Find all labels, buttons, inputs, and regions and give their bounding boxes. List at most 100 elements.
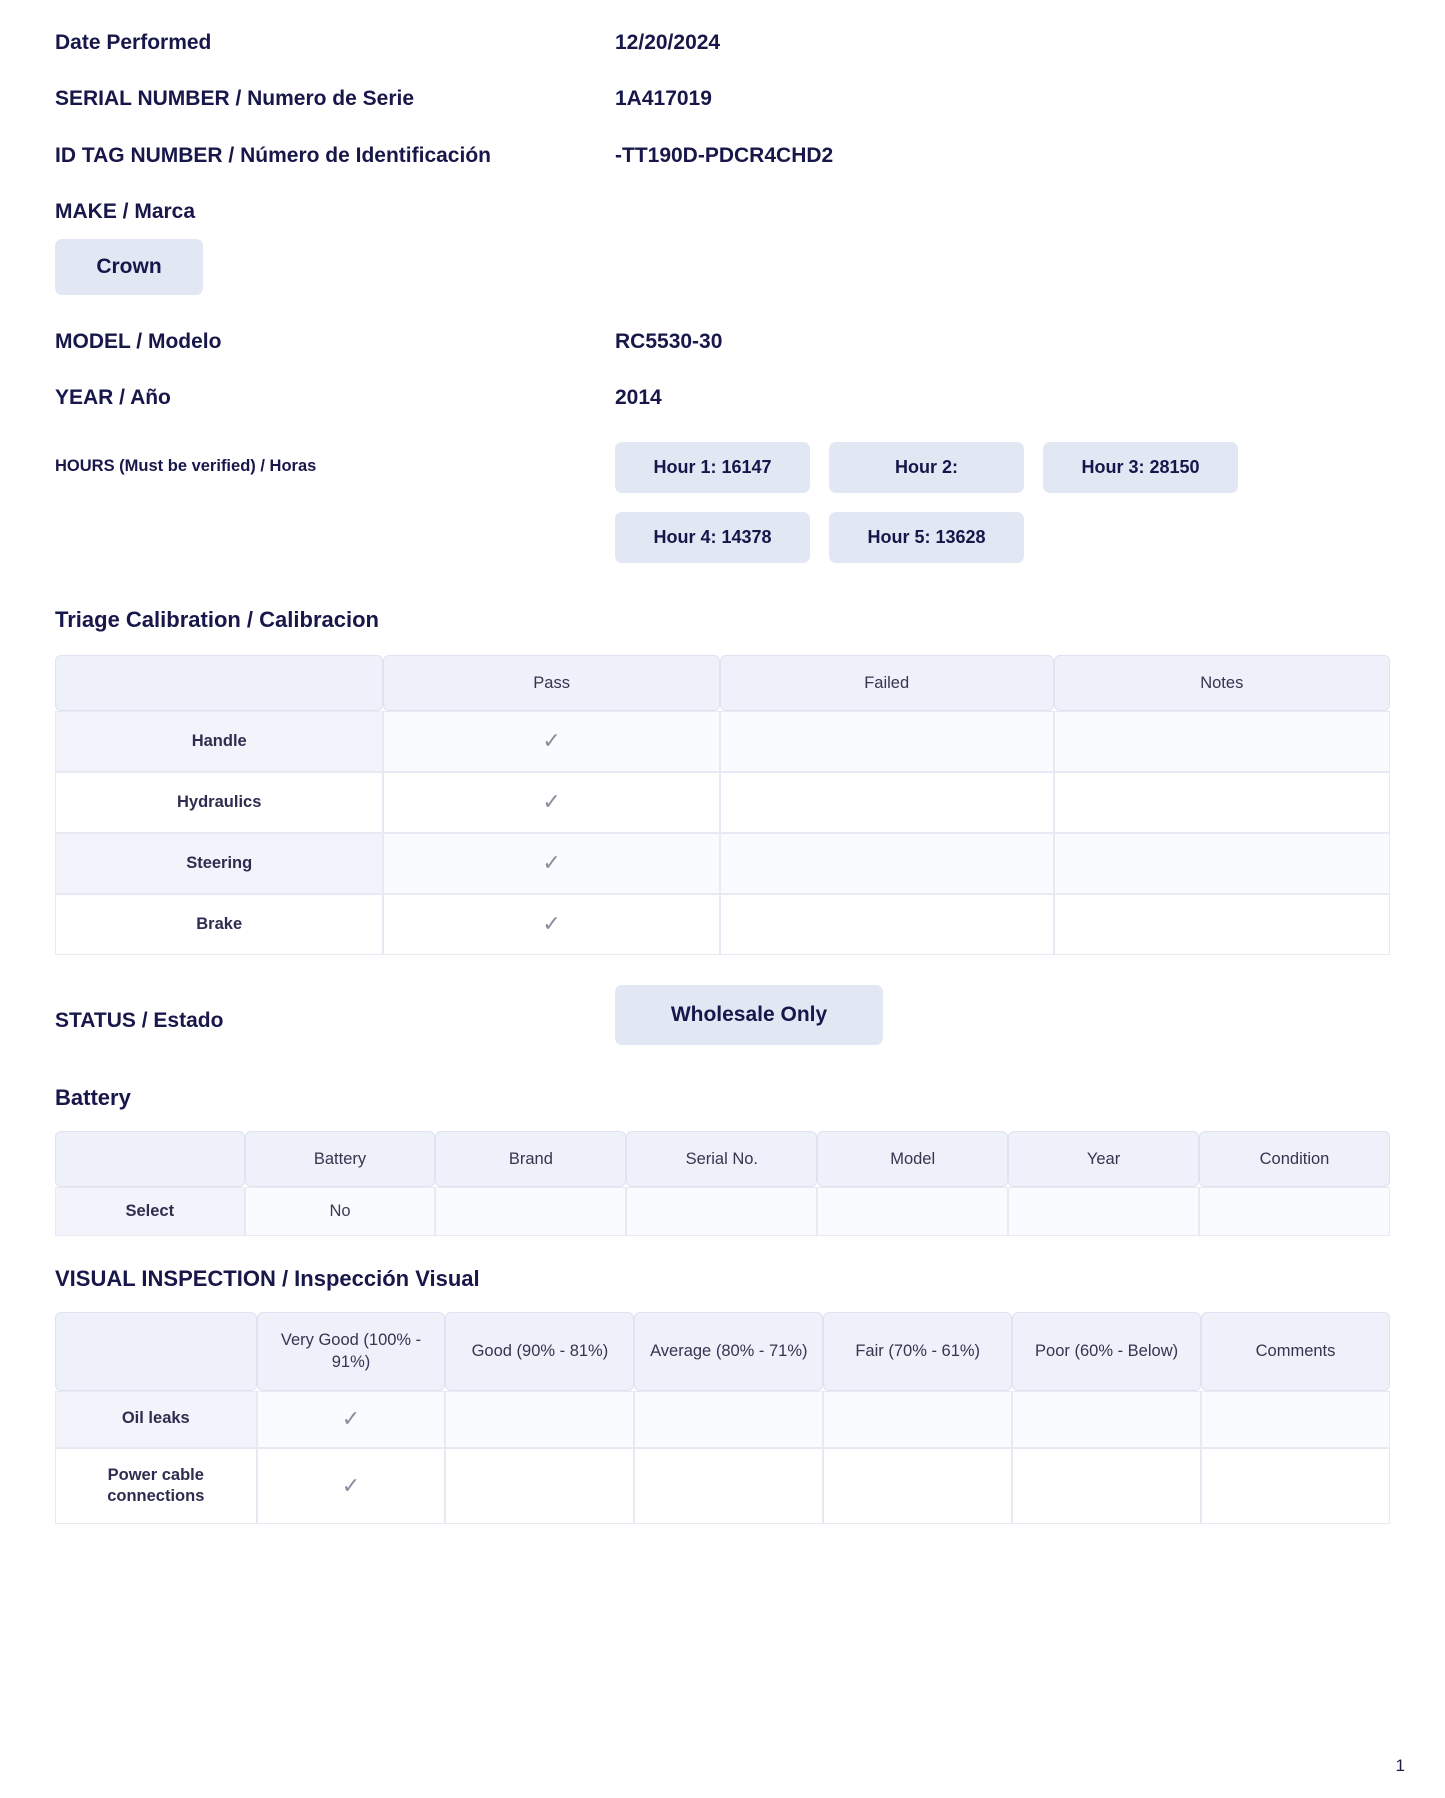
battery-cell-serial-no[interactable] [626, 1187, 818, 1237]
battery-header-row: Battery Brand Serial No. Model Year Cond… [55, 1130, 1390, 1188]
triage-handle-notes-cell[interactable] [1053, 710, 1390, 772]
battery-cell-model[interactable] [817, 1187, 1009, 1237]
check-icon: ✓ [542, 788, 561, 814]
visual-oil-leaks-poor-cell[interactable] [1012, 1390, 1202, 1448]
visual-header-comments: Comments [1201, 1312, 1390, 1391]
table-row: Hydraulics ✓ [55, 771, 1390, 833]
table-row: Steering ✓ [55, 832, 1390, 894]
field-serial-number: SERIAL NUMBER / Numero de Serie 1A417019 [55, 86, 1390, 112]
triage-hydraulics-failed-cell[interactable] [719, 771, 1054, 833]
hour-chip-2[interactable]: Hour 2: [829, 441, 1024, 493]
date-performed-value: 12/20/2024 [615, 31, 721, 54]
battery-cell-year[interactable] [1008, 1187, 1200, 1237]
serial-number-value: 1A417019 [615, 87, 712, 111]
triage-section-title: Triage Calibration / Calibracion [55, 606, 379, 632]
triage-row-label-brake: Brake [55, 893, 384, 955]
check-icon: ✓ [341, 1405, 361, 1431]
triage-hydraulics-pass-cell[interactable]: ✓ [383, 771, 720, 833]
triage-row-label-steering: Steering [55, 832, 384, 894]
visual-oil-leaks-comments-cell[interactable] [1201, 1390, 1390, 1448]
check-icon: ✓ [542, 849, 561, 875]
triage-handle-pass-cell[interactable]: ✓ [383, 710, 720, 772]
triage-handle-failed-cell[interactable] [719, 710, 1054, 772]
visual-header-corner [55, 1312, 257, 1391]
table-row: Handle ✓ [55, 710, 1390, 772]
check-icon: ✓ [341, 1472, 361, 1498]
triage-header-notes: Notes [1053, 654, 1390, 711]
battery-cell-condition[interactable] [1199, 1187, 1390, 1237]
triage-brake-failed-cell[interactable] [719, 893, 1054, 955]
triage-steering-notes-cell[interactable] [1053, 832, 1390, 894]
check-icon: ✓ [542, 727, 561, 753]
triage-brake-pass-cell[interactable]: ✓ [383, 893, 720, 955]
visual-header-average: Average (80% - 71%) [634, 1312, 824, 1391]
visual-inspection-table: Very Good (100% - 91%) Good (90% - 81%) … [55, 1312, 1390, 1525]
battery-section-title: Battery [55, 1084, 131, 1110]
visual-row-label-power-cable-connections: Power cable connections [55, 1447, 257, 1525]
visual-oil-leaks-good-cell[interactable] [445, 1390, 635, 1448]
table-row: Power cable connections ✓ [55, 1447, 1390, 1525]
triage-steering-pass-cell[interactable]: ✓ [383, 832, 720, 894]
battery-table: Battery Brand Serial No. Model Year Cond… [55, 1130, 1390, 1237]
triage-hydraulics-notes-cell[interactable] [1053, 771, 1390, 833]
table-row: Select No [55, 1187, 1390, 1237]
battery-header-year: Year [1008, 1130, 1200, 1188]
hour-chip-1[interactable]: Hour 1: 16147 [615, 441, 810, 493]
visual-row-label-oil-leaks: Oil leaks [55, 1390, 257, 1448]
field-id-tag-number: ID TAG NUMBER / Número de Identificación… [55, 143, 1390, 169]
visual-header-row: Very Good (100% - 91%) Good (90% - 81%) … [55, 1312, 1390, 1391]
triage-calibration-table: Pass Failed Notes Handle ✓ Hydraulics ✓ … [55, 654, 1390, 955]
field-hours: HOURS (Must be verified) / Horas Hour 1:… [55, 441, 1390, 563]
visual-header-very-good: Very Good (100% - 91%) [256, 1312, 446, 1391]
visual-header-good: Good (90% - 81%) [445, 1312, 635, 1391]
battery-cell-battery[interactable]: No [244, 1187, 436, 1237]
triage-steering-failed-cell[interactable] [719, 832, 1054, 894]
visual-power-cable-comments-cell[interactable] [1201, 1447, 1390, 1525]
hour-chip-3[interactable]: Hour 3: 28150 [1043, 441, 1238, 493]
field-date-performed: Date Performed 12/20/2024 [55, 30, 1390, 56]
triage-header-failed: Failed [719, 654, 1054, 711]
hour-chip-4[interactable]: Hour 4: 14378 [615, 511, 810, 563]
inspection-report-page: Date Performed 12/20/2024 SERIAL NUMBER … [0, 0, 1445, 1798]
page-number: 1 [1395, 1756, 1405, 1775]
triage-header-pass: Pass [383, 654, 720, 711]
triage-header-row: Pass Failed Notes [55, 654, 1390, 711]
triage-header-corner [55, 654, 384, 711]
visual-header-poor: Poor (60% - Below) [1012, 1312, 1202, 1391]
triage-brake-notes-cell[interactable] [1053, 893, 1390, 955]
visual-oil-leaks-very-good-cell[interactable]: ✓ [256, 1390, 446, 1448]
year-label: YEAR / Año [55, 386, 171, 410]
field-status: STATUS / Estado Wholesale Only [55, 984, 1390, 1045]
battery-header-corner [55, 1130, 245, 1188]
visual-inspection-section-title: VISUAL INSPECTION / Inspección Visual [55, 1266, 480, 1292]
year-value: 2014 [615, 386, 662, 410]
visual-power-cable-poor-cell[interactable] [1012, 1447, 1202, 1525]
field-model: MODEL / Modelo RC5530-30 [55, 329, 1390, 355]
table-row: Oil leaks ✓ [55, 1390, 1390, 1448]
hours-label: HOURS (Must be verified) / Horas [55, 456, 317, 475]
id-tag-number-label: ID TAG NUMBER / Número de Identificación [55, 143, 491, 167]
make-value-chip[interactable]: Crown [55, 239, 203, 295]
triage-row-label-handle: Handle [55, 710, 384, 772]
visual-power-cable-very-good-cell[interactable]: ✓ [256, 1447, 446, 1525]
date-performed-label: Date Performed [55, 31, 212, 54]
battery-header-battery: Battery [244, 1130, 436, 1188]
model-value: RC5530-30 [615, 330, 723, 353]
make-label: MAKE / Marca [55, 199, 196, 223]
model-label: MODEL / Modelo [55, 330, 222, 353]
visual-power-cable-average-cell[interactable] [634, 1447, 824, 1525]
visual-header-fair: Fair (70% - 61%) [823, 1312, 1013, 1391]
visual-power-cable-good-cell[interactable] [445, 1447, 635, 1525]
table-row: Brake ✓ [55, 893, 1390, 955]
battery-cell-brand[interactable] [435, 1187, 627, 1237]
hour-chip-5[interactable]: Hour 5: 13628 [829, 511, 1024, 563]
status-label: STATUS / Estado [55, 1008, 224, 1032]
visual-oil-leaks-average-cell[interactable] [634, 1390, 824, 1448]
battery-header-serial-no: Serial No. [626, 1130, 818, 1188]
triage-row-label-hydraulics: Hydraulics [55, 771, 384, 833]
visual-oil-leaks-fair-cell[interactable] [823, 1390, 1013, 1448]
visual-power-cable-fair-cell[interactable] [823, 1447, 1013, 1525]
status-value-chip[interactable]: Wholesale Only [615, 984, 883, 1045]
check-icon: ✓ [542, 910, 561, 936]
battery-header-condition: Condition [1199, 1130, 1390, 1188]
